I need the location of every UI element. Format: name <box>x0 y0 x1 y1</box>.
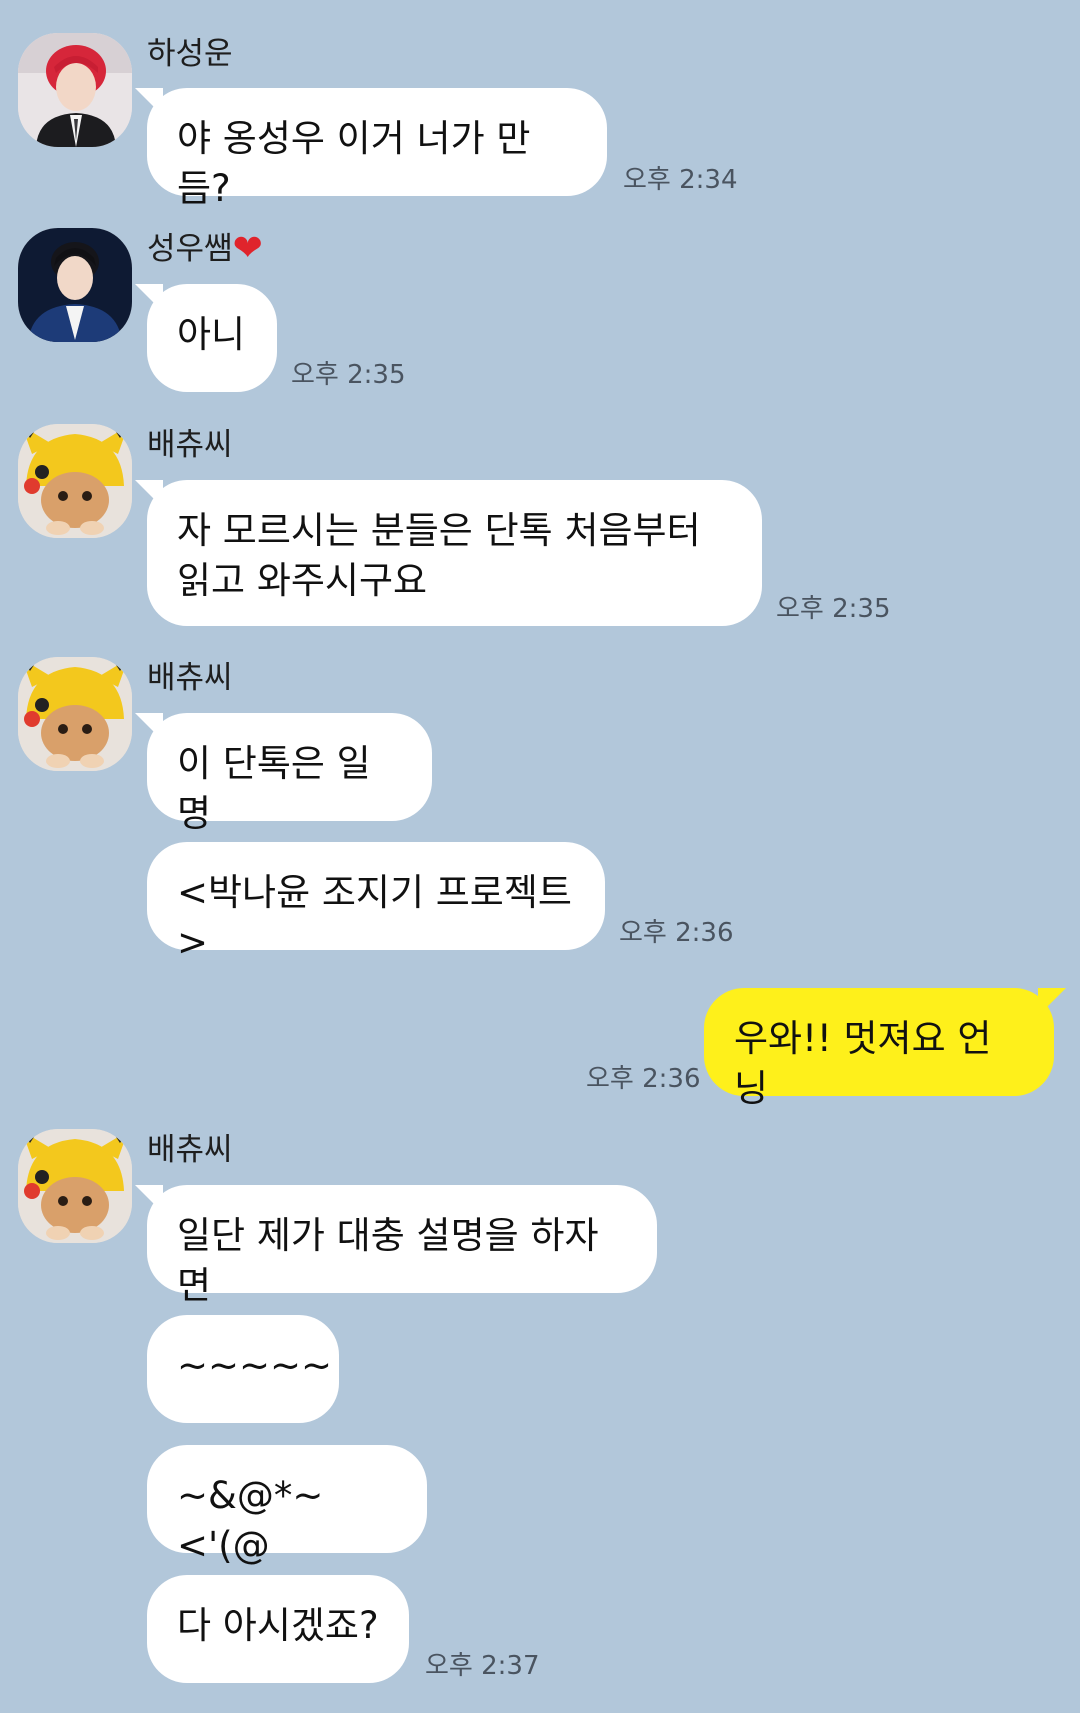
sender-name: 배츄씨 <box>147 660 233 696</box>
my-message-bubble[interactable]: 우와!! 멋져요 언닝 <box>704 988 1066 1110</box>
message-bubble[interactable]: ~&@*~<'(@ <box>147 1445 427 1567</box>
avatar[interactable] <box>18 228 132 342</box>
message-bubble[interactable]: 아니 <box>135 284 277 392</box>
message-bubble[interactable]: <박나윤 조지기 프로젝트> <box>147 842 605 964</box>
heart-icon: ❤ <box>232 228 263 269</box>
sender-name: 배츄씨 <box>147 1132 233 1168</box>
message-bubble[interactable]: 자 모르시는 분들은 단톡 처음부터 읽고 와주시구요 <box>135 480 762 626</box>
message-bubble[interactable]: 이 단톡은 일명 <box>135 713 432 835</box>
sender-name: 하성운 <box>147 36 233 72</box>
message-time: 오후 2:34 <box>623 165 738 195</box>
cat-pikachu-hat-icon <box>18 657 132 771</box>
sender-name-text: 성우쌤 <box>147 231 233 267</box>
message-bubble[interactable]: ~~~~~ <box>147 1315 339 1423</box>
sender-name: 성우쌤❤ <box>147 228 263 269</box>
message-time: 오후 2:36 <box>586 1064 701 1094</box>
profile-photo-icon <box>18 228 132 342</box>
message-time: 오후 2:35 <box>776 594 891 624</box>
message-bubble[interactable]: 야 옹성우 이거 너가 만듬? <box>135 88 607 210</box>
avatar[interactable] <box>18 657 132 771</box>
message-bubble[interactable]: 일단 제가 대충 설명을 하자면 <box>135 1185 657 1307</box>
profile-photo-icon <box>18 33 132 147</box>
cat-pikachu-hat-icon <box>18 1129 132 1243</box>
sender-name: 배츄씨 <box>147 427 233 463</box>
message-bubble[interactable]: 다 아시겠죠? <box>147 1575 409 1683</box>
message-time: 오후 2:35 <box>291 360 406 390</box>
message-time: 오후 2:36 <box>619 918 734 948</box>
avatar[interactable] <box>18 424 132 538</box>
message-time: 오후 2:37 <box>425 1651 540 1681</box>
cat-pikachu-hat-icon <box>18 424 132 538</box>
avatar[interactable] <box>18 1129 132 1243</box>
avatar[interactable] <box>18 33 132 147</box>
